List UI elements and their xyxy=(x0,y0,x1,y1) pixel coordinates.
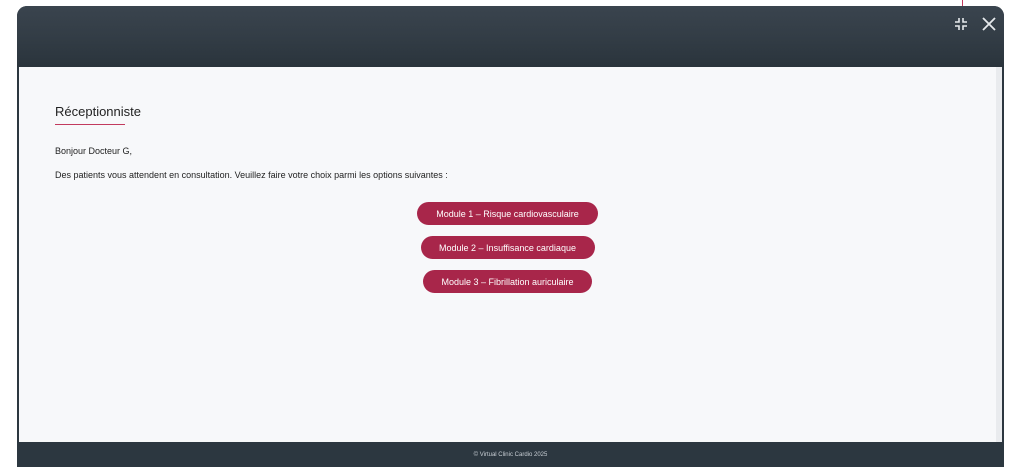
window-controls xyxy=(952,15,998,33)
module-selection-modal: Réceptionniste Bonjour Docteur G, Des pa… xyxy=(17,6,1004,467)
greeting-text: Bonjour Docteur G, xyxy=(55,146,133,156)
title-underline xyxy=(55,124,125,125)
module-list: Module 1 – Risque cardiovasculaire Modul… xyxy=(19,202,996,293)
instructions-text: Des patients vous attendent en consultat… xyxy=(55,170,448,180)
module-1-button[interactable]: Module 1 – Risque cardiovasculaire xyxy=(417,202,598,225)
page-title: Réceptionniste xyxy=(55,104,141,119)
module-2-button[interactable]: Module 2 – Insuffisance cardiaque xyxy=(420,236,595,259)
module-3-button[interactable]: Module 3 – Fibrillation auriculaire xyxy=(423,270,592,293)
modal-content: Réceptionniste Bonjour Docteur G, Des pa… xyxy=(19,67,1002,442)
close-icon[interactable] xyxy=(980,15,998,33)
modal-header xyxy=(17,6,1004,67)
copyright-text: © Virtual Clinic Cardio 2025 xyxy=(473,451,548,458)
exit-fullscreen-icon[interactable] xyxy=(952,15,970,33)
footer: © Virtual Clinic Cardio 2025 xyxy=(17,442,1004,467)
